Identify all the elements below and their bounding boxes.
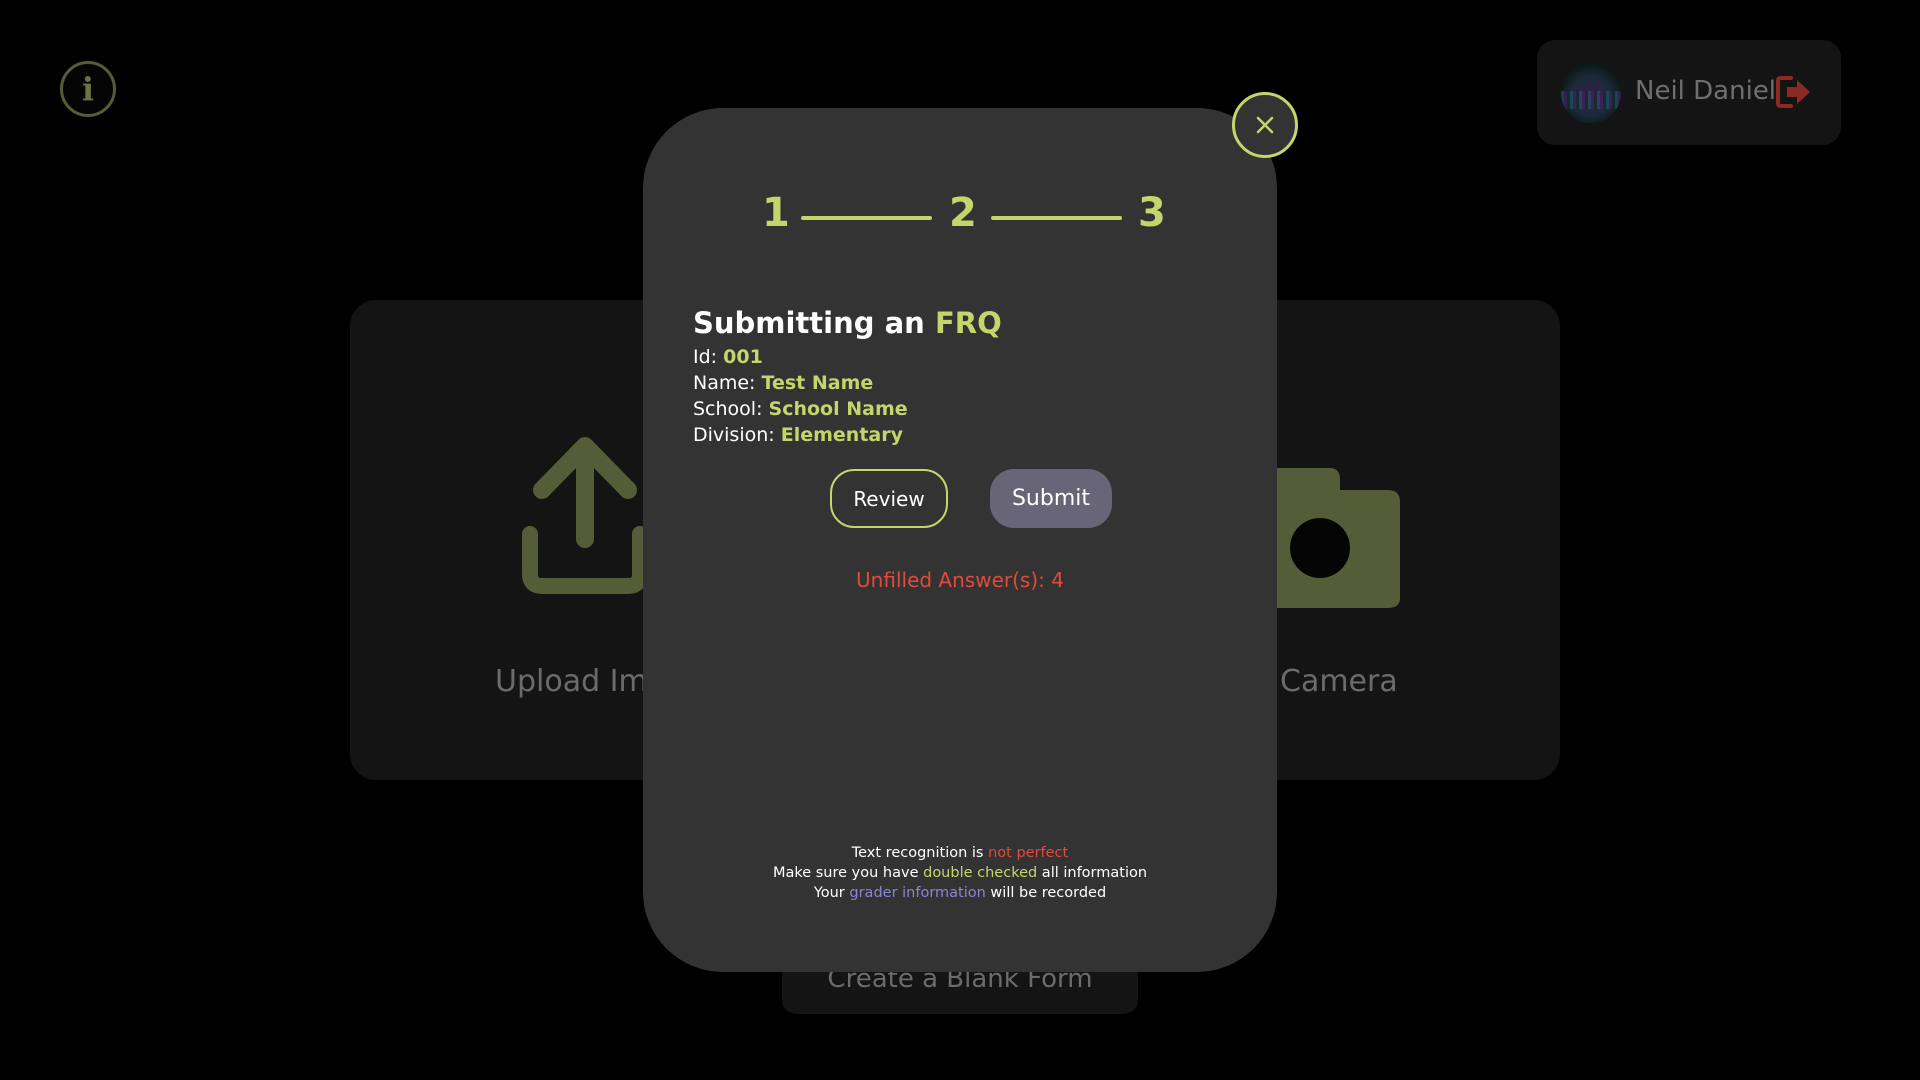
field-value: School Name	[768, 398, 908, 420]
step-2: 2	[949, 190, 977, 236]
modal-title: Submitting an FRQ	[693, 306, 1002, 340]
step-connector	[991, 216, 1122, 220]
note-line: Your grader information will be recorded	[643, 883, 1277, 903]
field-label: Name:	[693, 372, 756, 394]
logout-icon[interactable]	[1775, 74, 1813, 110]
user-name: Neil Daniel	[1635, 76, 1777, 106]
step-3: 3	[1138, 190, 1166, 236]
field-value: Elementary	[780, 424, 903, 446]
close-button[interactable]	[1232, 92, 1298, 158]
note-highlight: not perfect	[988, 845, 1069, 861]
note-line: Text recognition is not perfect	[643, 843, 1277, 863]
note-line: Make sure you have double checked all in…	[643, 863, 1277, 883]
field-value: Test Name	[761, 372, 874, 394]
avatar	[1561, 63, 1621, 123]
note-text: all information	[1037, 865, 1148, 881]
field-label: Id:	[693, 346, 718, 368]
note-text: Make sure you have	[772, 865, 924, 881]
stepper: 1 2 3	[760, 190, 1166, 242]
field-label: School:	[693, 398, 763, 420]
field-division: Division: Elementary	[693, 424, 903, 446]
note-text: Your	[813, 885, 850, 901]
field-id: Id: 001	[693, 346, 763, 368]
note-highlight: grader information	[849, 885, 986, 901]
note-text: Text recognition is	[851, 845, 989, 861]
close-icon	[1256, 116, 1274, 134]
submit-button[interactable]: Submit	[990, 469, 1112, 528]
user-card: Neil Daniel	[1537, 40, 1841, 145]
field-school: School: School Name	[693, 398, 908, 420]
title-prefix: Submitting an	[693, 306, 925, 340]
disclaimer-notes: Text recognition is not perfect Make sur…	[643, 843, 1277, 903]
unfilled-warning: Unfilled Answer(s): 4	[856, 568, 1064, 592]
title-accent: FRQ	[934, 306, 1002, 340]
field-value: 001	[723, 346, 763, 368]
note-text: will be recorded	[985, 885, 1107, 901]
field-name: Name: Test Name	[693, 372, 873, 394]
field-label: Division:	[693, 424, 775, 446]
upload-image-label[interactable]: Upload Ima	[495, 664, 666, 699]
step-1: 1	[762, 190, 790, 236]
note-highlight: double checked	[923, 865, 1038, 881]
review-button[interactable]: Review	[830, 469, 948, 528]
info-icon[interactable]: i	[60, 61, 116, 117]
step-connector	[801, 216, 932, 220]
